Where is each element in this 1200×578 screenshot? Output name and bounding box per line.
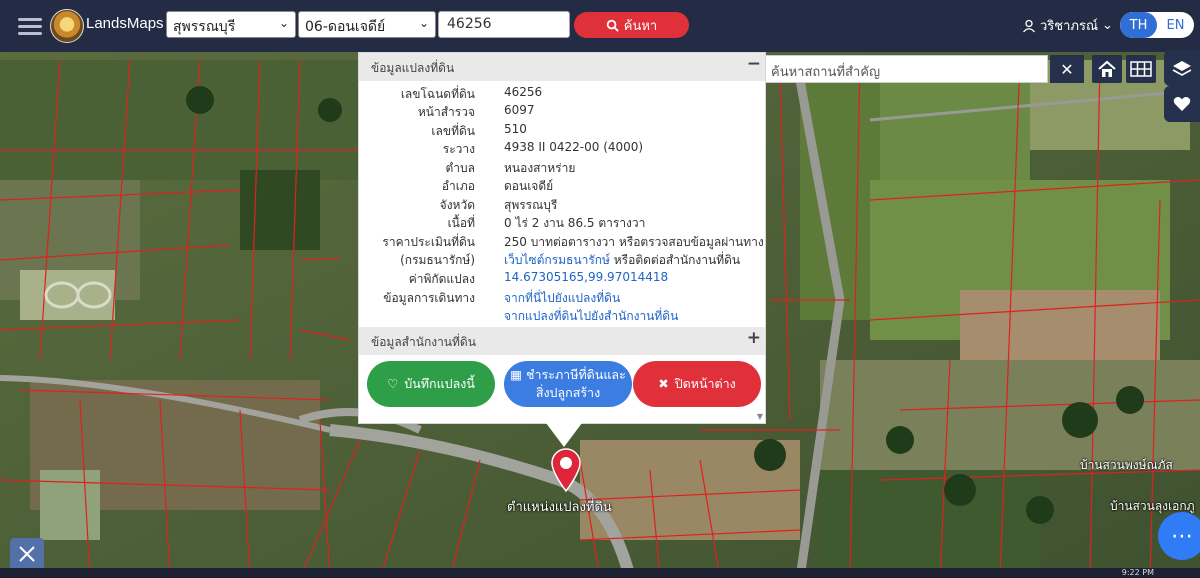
province-select[interactable]: สุพรรณบุรี ⌄ — [166, 11, 296, 38]
row-label: เลขโฉนดที่ดิน — [400, 87, 475, 101]
row-value: 0 ไร่ 2 งาน 86.5 ตารางวา — [504, 216, 646, 230]
info-row: เนื้อที่ 0 ไร่ 2 งาน 86.5 ตารางวา — [359, 214, 765, 232]
row-value: 510 — [504, 122, 527, 136]
row-value: 6097 — [504, 103, 535, 117]
province-select-value: สุพรรณบุรี — [173, 19, 236, 35]
location-pin-icon[interactable] — [549, 448, 583, 496]
info-row-price: ราคาประเมินที่ดิน 250 บาทต่อตารางวา หรือ… — [359, 233, 765, 251]
info-row: อำเภอ ดอนเจดีย์ — [359, 177, 765, 195]
pay-tax-label-2: สิ่งปลูกสร้าง — [535, 385, 601, 400]
info-row: ระวาง 4938 II 0422-00 (4000) — [359, 140, 765, 158]
row-value: หนองสาหร่าย — [504, 161, 576, 175]
row-label: จังหวัด — [439, 198, 475, 212]
district-select[interactable]: 06-ดอนเจดีย์ ⌄ — [298, 11, 436, 38]
grid-icon[interactable] — [1126, 55, 1156, 83]
scroll-down-icon[interactable]: ▼ — [757, 412, 763, 421]
info-row: จังหวัด สุพรรณบุรี — [359, 196, 765, 214]
user-name: วริชาภรณ์ — [1040, 19, 1099, 34]
info-row-route: ข้อมูลการเดินทาง จากที่นี่ไปยังแปลงที่ดิ… — [359, 289, 765, 307]
info-row: เลขที่ดิน 510 — [359, 122, 765, 140]
search-icon — [606, 19, 619, 32]
coordinates-link[interactable]: 14.67305165,99.97014418 — [504, 270, 668, 284]
qr-code-icon: ▦ — [510, 367, 523, 382]
chat-menu-button[interactable]: ⋯ — [1158, 512, 1200, 560]
row-label: เลขที่ดิน — [431, 124, 475, 138]
department-seal-logo — [50, 9, 84, 43]
popup-pointer — [546, 423, 582, 447]
expand-icon[interactable]: + — [747, 328, 761, 348]
row-label: ตำบล — [445, 161, 475, 175]
chevron-down-icon: ⌄ — [1102, 18, 1113, 33]
row-value: ดอนเจดีย์ — [504, 179, 554, 193]
row-label: เนื้อที่ — [447, 216, 475, 230]
layers-icon[interactable] — [1164, 50, 1200, 86]
row-value: 250 บาทต่อตารางวา หรือตรวจสอบข้อมูลผ่านท… — [504, 235, 764, 249]
brand-title: LandsMaps — [86, 15, 164, 32]
info-row: เลขโฉนดที่ดิน 46256 — [359, 85, 765, 103]
menu-icon[interactable] — [18, 14, 42, 36]
language-toggle[interactable]: TH EN — [1120, 12, 1194, 38]
row-value: สุพรรณบุรี — [504, 198, 558, 212]
favorite-heart-icon[interactable] — [1164, 86, 1200, 122]
parcel-number-input[interactable]: 46256 — [438, 11, 570, 38]
row-label: ระวาง — [442, 142, 475, 156]
heart-icon: ♡ — [387, 376, 399, 391]
land-office-header[interactable]: ข้อมูลสำนักงานที่ดิน + — [359, 327, 765, 355]
parcel-info-popup: ข้อมูลแปลงที่ดิน − เลขโฉนดที่ดิน 46256 หน… — [358, 52, 766, 424]
district-select-value: 06-ดอนเจดีย์ — [305, 19, 386, 35]
save-parcel-label: บันทึกแปลงนี้ — [404, 376, 475, 391]
info-row-price-2: (กรมธนารักษ์) เว็บไซต์กรมธนารักษ์ หรือติ… — [359, 251, 765, 269]
land-office-title: ข้อมูลสำนักงานที่ดิน — [371, 335, 476, 349]
clear-icon[interactable]: ✕ — [1050, 55, 1084, 83]
route-to-office-link[interactable]: จากแปลงที่ดินไปยังสำนักงานที่ดิน — [504, 307, 678, 326]
place-label: บ้านสวนพงษ์ณภัส — [1080, 458, 1173, 472]
user-icon — [1023, 19, 1035, 32]
top-navbar: LandsMaps สุพรรณบุรี ⌄ 06-ดอนเจดีย์ ⌄ 46… — [0, 0, 1200, 52]
treasury-website-link[interactable]: เว็บไซต์กรมธนารักษ์ — [504, 253, 610, 267]
os-taskbar: 9:22 PM — [0, 568, 1200, 578]
search-button-label: ค้นหา — [623, 18, 658, 34]
row-label: (กรมธนารักษ์) — [400, 253, 475, 267]
chevron-down-icon: ⌄ — [278, 16, 289, 30]
save-parcel-button[interactable]: ♡ บันทึกแปลงนี้ — [367, 361, 495, 407]
close-icon: ✖ — [658, 376, 669, 391]
row-label: อำเภอ — [441, 179, 475, 193]
row-label: หน้าสำรวจ — [417, 105, 475, 119]
row-label: ค่าพิกัดแปลง — [408, 272, 475, 286]
parcel-info-title: ข้อมูลแปลงที่ดิน — [371, 61, 455, 75]
parcel-info-header[interactable]: ข้อมูลแปลงที่ดิน − — [359, 53, 765, 81]
lang-en-button[interactable]: EN — [1157, 12, 1194, 38]
collapse-icon[interactable]: − — [747, 54, 761, 74]
search-button[interactable]: ค้นหา — [574, 12, 689, 38]
row-value-suffix: หรือติดต่อสำนักงานที่ดิน — [609, 253, 741, 267]
lang-th-button[interactable]: TH — [1120, 12, 1157, 38]
info-row-coord: ค่าพิกัดแปลง 14.67305165,99.97014418 — [359, 270, 765, 288]
row-label: ข้อมูลการเดินทาง — [383, 291, 475, 305]
measure-tool-icon[interactable] — [10, 538, 44, 570]
chevron-down-icon: ⌄ — [418, 16, 429, 30]
clock: 9:22 PM — [1121, 568, 1154, 577]
home-icon[interactable] — [1092, 55, 1122, 83]
route-to-parcel-link[interactable]: จากที่นี่ไปยังแปลงที่ดิน — [504, 289, 620, 308]
user-menu[interactable]: วริชาภรณ์ ⌄ — [1022, 15, 1113, 36]
close-popup-label: ปิดหน้าต่าง — [674, 376, 736, 391]
landmark-search-input[interactable]: ค้นหาสถานที่สำคัญ — [764, 55, 1048, 83]
pay-tax-label-1: ชำระภาษีที่ดินและ — [526, 367, 626, 382]
close-popup-button[interactable]: ✖ ปิดหน้าต่าง — [633, 361, 761, 407]
info-row-route-2: จากแปลงที่ดินไปยังสำนักงานที่ดิน — [359, 307, 765, 325]
info-row: หน้าสำรวจ 6097 — [359, 103, 765, 121]
row-label: ราคาประเมินที่ดิน — [382, 235, 475, 249]
pay-tax-button[interactable]: ▦ ชำระภาษีที่ดินและ สิ่งปลูกสร้าง — [504, 361, 632, 407]
row-value: 4938 II 0422-00 (4000) — [504, 140, 644, 154]
info-row: ตำบล หนองสาหร่าย — [359, 159, 765, 177]
row-value: 46256 — [504, 85, 543, 99]
marker-label: ตำแหน่งแปลงที่ดิน — [507, 500, 612, 515]
